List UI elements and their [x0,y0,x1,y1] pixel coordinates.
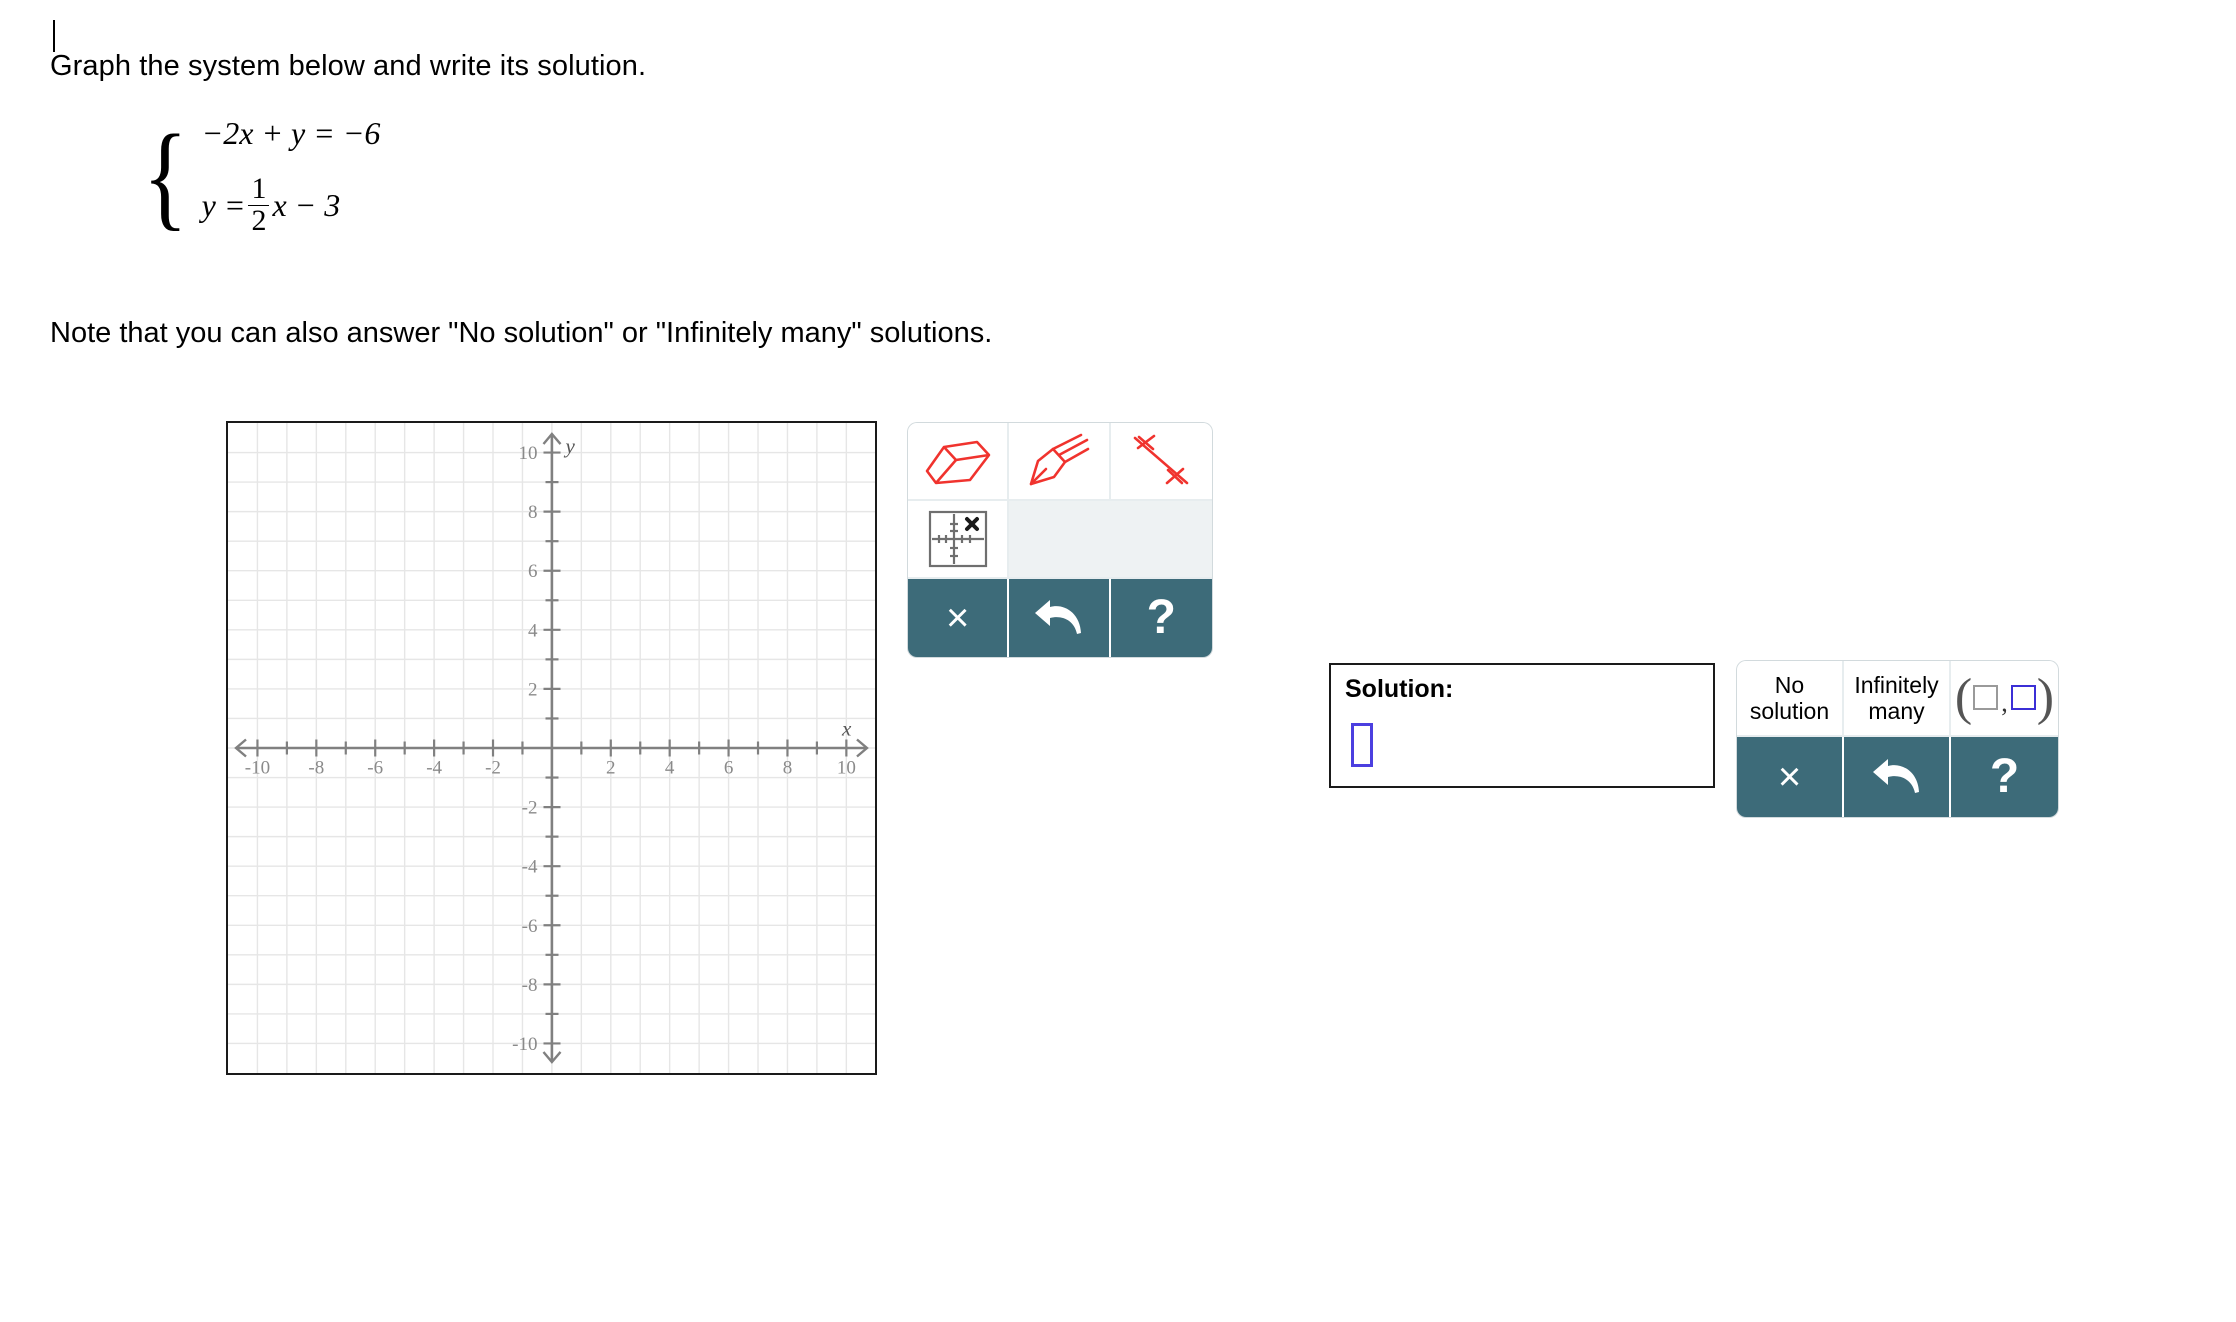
undo-arrow-icon [1034,600,1081,634]
y-tick-label: -4 [522,857,538,878]
equation-2-lhs: y = [201,186,246,223]
answer-undo-button[interactable] [1844,737,1951,817]
x-tick-label: -4 [426,758,442,779]
undo-button[interactable] [1009,579,1111,657]
pencil-tool-button[interactable] [1009,423,1111,501]
ordered-pair-x-box [1973,685,1999,711]
ordered-pair-button[interactable]: ( , ) [1951,661,2058,737]
no-solution-button[interactable]: No solution [1737,661,1844,737]
fraction-numerator: 1 [251,172,267,205]
line-with-points-icon [1134,434,1189,485]
help-icon: ? [1989,750,2020,803]
equation-1: −2x + y = −6 [201,115,381,151]
y-axis-label: y [564,434,576,458]
eraser-tool-button[interactable] [908,423,1010,501]
text-caret [53,20,55,52]
answer-options-row: No solution Infinitely many ( , ) [1737,661,2058,737]
x-tick-label: -10 [245,758,270,779]
clear-icon: × [1777,755,1802,799]
line-tool-button[interactable] [1110,423,1212,501]
x-tick-label: 2 [606,758,616,779]
solution-input[interactable] [1351,723,1373,767]
y-tick-label: 2 [528,679,538,700]
toolbar-empty-cell [1009,501,1212,579]
infinitely-many-label: Infinitely many [1854,671,1939,724]
left-paren-icon: ( [1954,668,1973,726]
x-axis-label: x [841,716,852,740]
coordinate-graph[interactable]: -10 -8 -6 -4 -2 2 4 6 8 10 10 8 6 4 2 -2… [226,421,877,1075]
x-tick-label: -6 [367,758,383,779]
y-tick-label: -2 [522,798,538,819]
y-tick-label: -10 [512,1034,537,1055]
left-brace-icon: { [142,109,188,241]
undo-arrow-icon [1872,759,1919,793]
graph-svg[interactable]: -10 -8 -6 -4 -2 2 4 6 8 10 10 8 6 4 2 -2… [228,423,875,1073]
page-title: Graph the system below and write its sol… [50,50,647,82]
comma-separator: , [2001,688,2008,718]
fraction-one-half: 1 2 [248,172,270,238]
y-tick-label: -6 [522,916,538,937]
solution-label: Solution: [1345,675,1454,703]
clear-icon: × [945,596,970,640]
x-tick-labels: -10 -8 -6 -4 -2 2 4 6 8 10 [245,758,856,779]
plot-point-tool-button[interactable] [908,501,1010,579]
x-tick-label: 4 [665,758,675,779]
answer-help-button[interactable]: ? [1951,737,2058,817]
equation-2: y = 1 2 x − 3 [201,172,381,238]
plot-point-axes-icon [928,510,987,568]
y-tick-label: 10 [518,443,537,464]
x-tick-label: -8 [308,758,324,779]
toolbar-row-tools-1 [908,423,1212,501]
y-tick-label: 6 [528,561,538,582]
y-tick-label: 4 [528,620,538,641]
y-tick-label: -8 [522,975,538,996]
x-tick-label: 6 [724,758,734,779]
eraser-icon [925,440,990,485]
help-icon: ? [1146,591,1176,644]
toolbar-row-actions: × ? [908,579,1212,657]
pencil-icon [1029,433,1090,486]
answer-clear-button[interactable]: × [1737,737,1844,817]
ordered-pair-y-box [2010,685,2036,711]
solution-answer-box[interactable]: Solution: [1329,663,1715,788]
equation-2-rhs: x − 3 [272,186,341,223]
ordered-pair-expression: ( , ) [1954,668,2055,726]
graph-drawing-toolbar[interactable]: × ? [908,423,1212,657]
right-paren-icon: ) [2036,668,2055,726]
x-tick-label: -2 [485,758,501,779]
y-tick-label: 8 [528,502,538,523]
infinitely-many-button[interactable]: Infinitely many [1844,661,1951,737]
x-tick-label: 10 [837,758,856,779]
system-of-equations: { −2x + y = −6 y = 1 2 x − 3 [137,109,381,241]
answer-toolbar[interactable]: No solution Infinitely many ( , ) × ? [1737,661,2058,817]
note-text: Note that you can also answer "No soluti… [50,317,993,349]
x-tick-label: 8 [783,758,793,779]
answer-actions-row: × ? [1737,737,2058,817]
axis-lines [236,434,867,1062]
help-button[interactable]: ? [1110,579,1212,657]
clear-button[interactable]: × [908,579,1010,657]
no-solution-label: No solution [1749,671,1830,724]
fraction-denominator: 2 [251,204,267,238]
toolbar-row-tools-2 [908,501,1212,579]
